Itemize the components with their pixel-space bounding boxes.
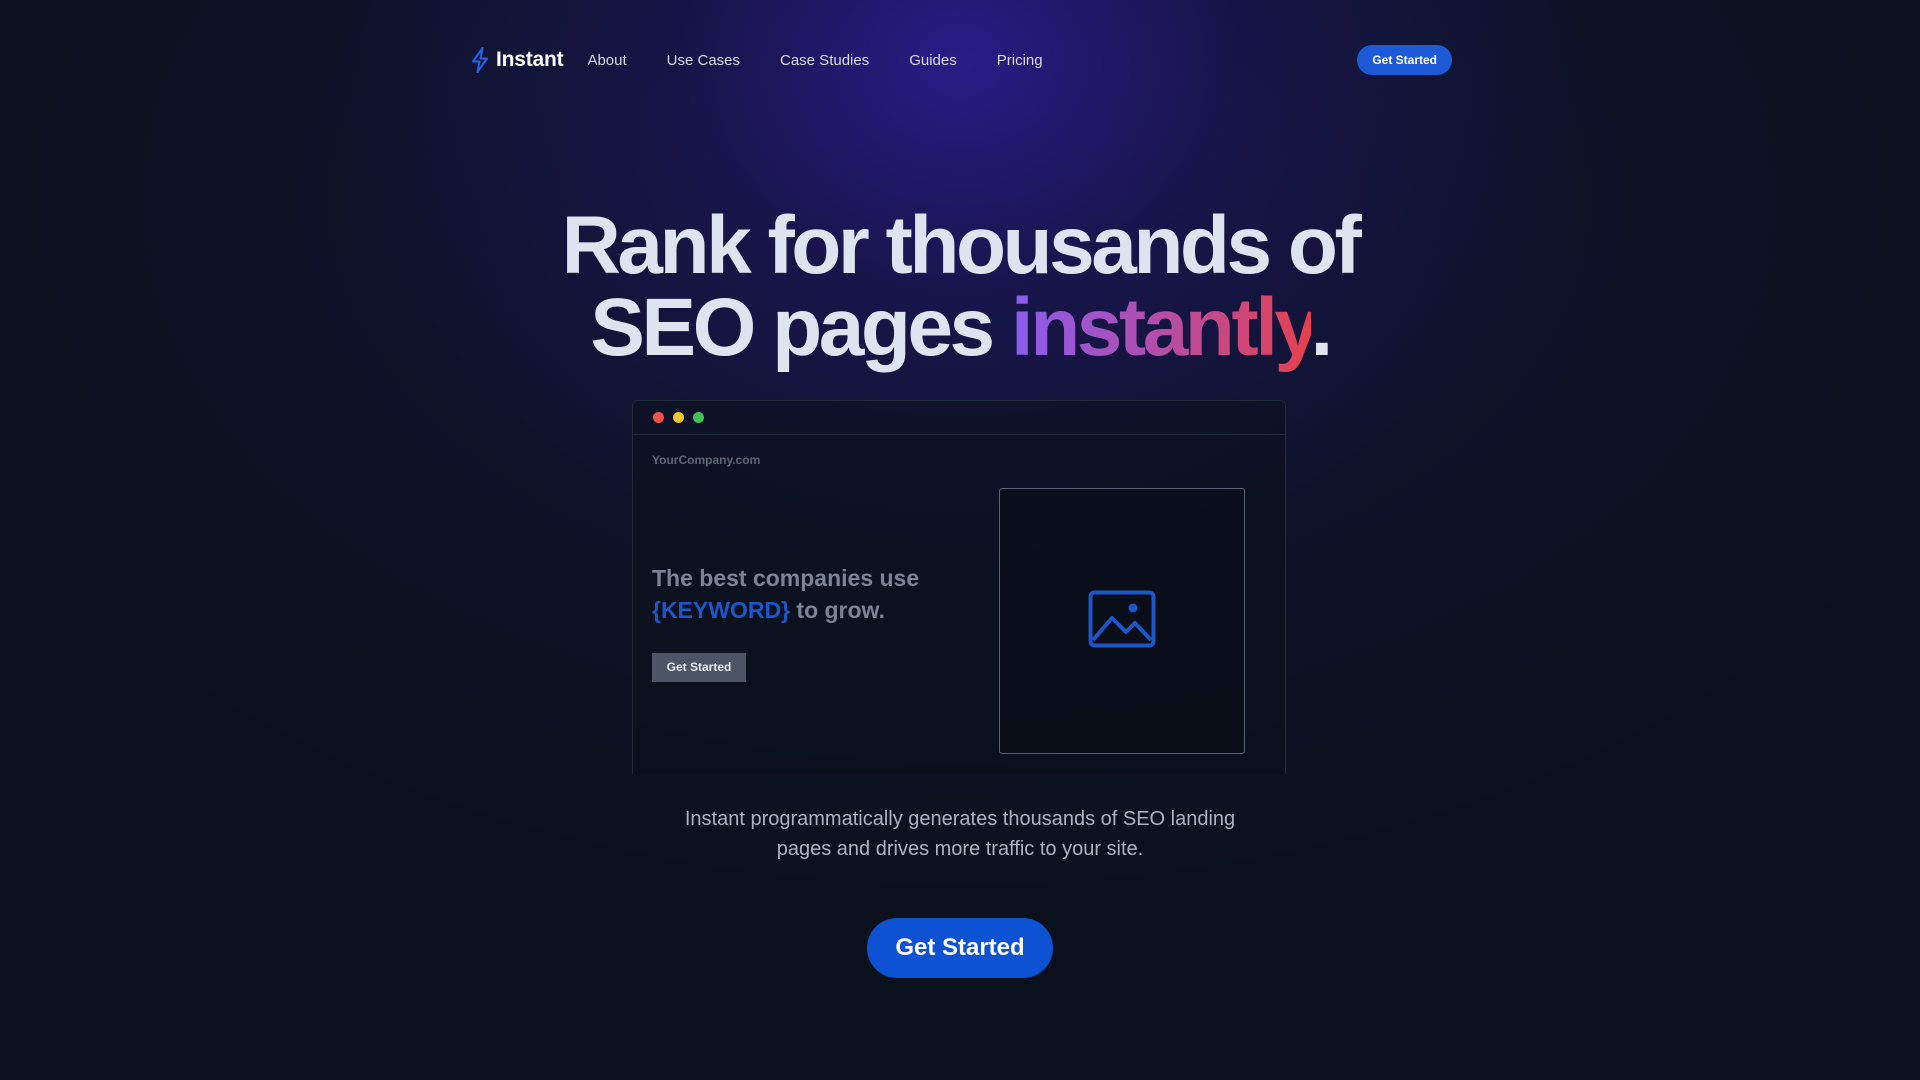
hero-title-line-1: Rank for thousands of xyxy=(561,200,1362,291)
nav-link-about[interactable]: About xyxy=(587,52,646,69)
nav-link-use-cases[interactable]: Use Cases xyxy=(647,52,760,69)
hero-description: Instant programmatically generates thous… xyxy=(684,808,1236,860)
image-placeholder-icon xyxy=(1088,590,1156,653)
nav-get-started-button[interactable]: Get Started xyxy=(1357,45,1452,75)
browser-mockup: YourCompany.com The best companies use {… xyxy=(632,400,1286,774)
brand-name: Instant xyxy=(496,48,564,71)
nav-links: About Use Cases Case Studies Guides Pric… xyxy=(587,52,1062,69)
browser-title-bar xyxy=(633,401,1285,435)
nav-link-guides[interactable]: Guides xyxy=(889,52,977,69)
mock-headline-prefix: The best companies use xyxy=(652,565,920,591)
brand-logo[interactable]: Instant xyxy=(470,47,564,73)
nav-link-pricing[interactable]: Pricing xyxy=(977,52,1063,69)
landing-page: Instant About Use Cases Case Studies Gui… xyxy=(0,0,1920,1080)
window-minimize-dot xyxy=(673,412,684,423)
hero-title-line-2: SEO pages instantly. xyxy=(0,287,1920,369)
mock-image-placeholder xyxy=(999,488,1245,754)
hero-title-accent: instantly xyxy=(1010,282,1314,373)
mock-headline-suffix: to grow. xyxy=(790,597,885,623)
hero-title-period: . xyxy=(1310,282,1334,373)
hero-get-started-button[interactable]: Get Started xyxy=(867,918,1053,978)
nav-link-case-studies[interactable]: Case Studies xyxy=(760,52,889,69)
hero-title: Rank for thousands of SEO pages instantl… xyxy=(0,205,1920,369)
mock-keyword: {KEYWORD} xyxy=(652,597,791,623)
top-navigation: Instant About Use Cases Case Studies Gui… xyxy=(470,44,1452,76)
lightning-bolt-icon xyxy=(470,47,490,73)
window-close-dot xyxy=(653,412,664,423)
window-maximize-dot xyxy=(693,412,704,423)
browser-url: YourCompany.com xyxy=(652,453,761,467)
hero-title-prefix: SEO pages xyxy=(590,282,1011,373)
mock-headline: The best companies use {KEYWORD} to grow… xyxy=(652,562,952,626)
mock-get-started-button[interactable]: Get Started xyxy=(652,653,746,682)
